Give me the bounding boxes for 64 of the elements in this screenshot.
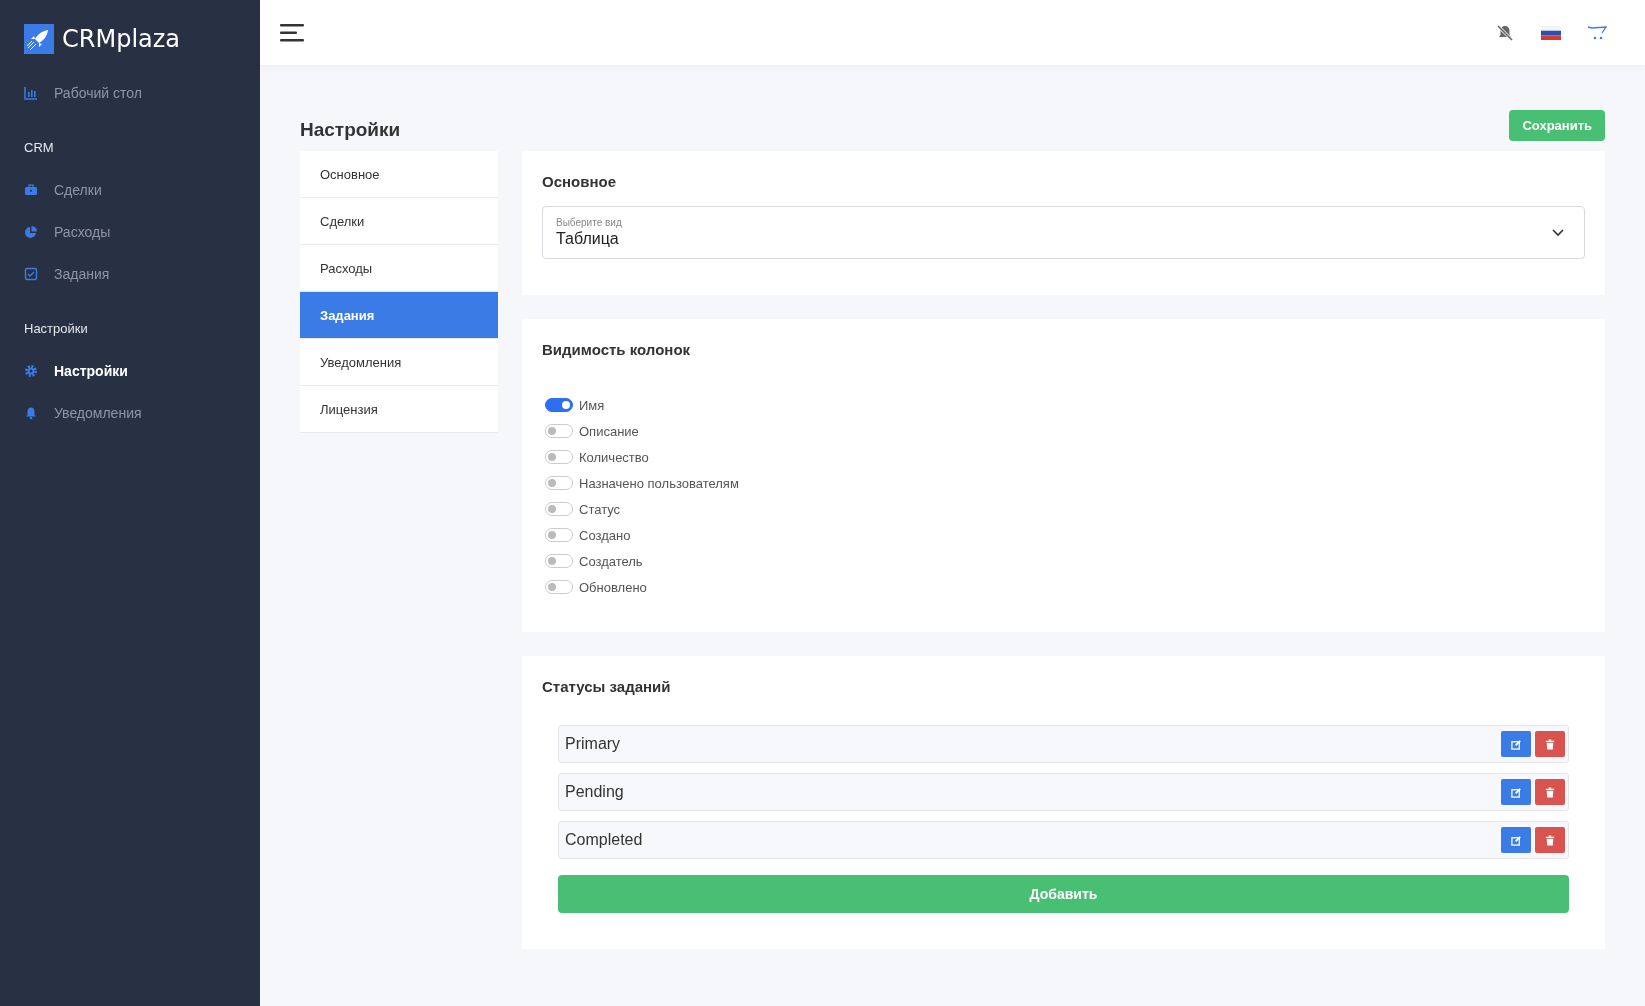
brand-name: CRMplaza	[62, 25, 181, 53]
sidebar-item[interactable]: Уведомления	[24, 392, 260, 434]
edit-button[interactable]	[1501, 779, 1531, 805]
settings-tab[interactable]: Лицензия	[300, 386, 498, 433]
edit-button[interactable]	[1501, 827, 1531, 853]
menu-icon[interactable]	[280, 23, 304, 42]
save-button[interactable]: Сохранить	[1509, 109, 1605, 141]
toggle-label: Описание	[579, 423, 639, 439]
toggle-switch[interactable]	[545, 476, 573, 490]
delete-button[interactable]	[1535, 731, 1565, 757]
status-name: Completed	[564, 831, 644, 849]
toggle-label: Количество	[579, 449, 649, 465]
sidebar-item[interactable]: Задания	[24, 253, 260, 295]
toggle-label: Статус	[579, 501, 621, 517]
toggle-switch[interactable]	[545, 554, 573, 568]
sidebar-item[interactable]: Настройки	[24, 350, 260, 392]
edit-icon	[1510, 834, 1522, 846]
view-select[interactable]: Выберите вид Таблица	[542, 206, 1585, 259]
toggle-switch[interactable]	[545, 398, 573, 412]
settings-tab[interactable]: Задания	[300, 292, 498, 339]
page-title: Настройки	[300, 119, 401, 141]
toggle-switch[interactable]	[545, 424, 573, 438]
toggle-switch[interactable]	[545, 450, 573, 464]
cart-icon[interactable]	[1587, 24, 1609, 41]
muted-bell-icon[interactable]	[1495, 22, 1515, 43]
settings-tab[interactable]: Уведомления	[300, 339, 498, 386]
chevron-down-icon	[1552, 228, 1564, 237]
sidebar-item[interactable]: Расходы	[24, 211, 260, 253]
edit-icon	[1510, 786, 1522, 798]
status-name: Pending	[564, 783, 625, 801]
bar-chart-icon	[24, 86, 38, 100]
briefcase-icon	[24, 183, 38, 197]
status-name: Primary	[564, 735, 622, 753]
settings-icon	[24, 364, 38, 378]
card-title: Статусы заданий	[542, 678, 672, 695]
rocket-logo-icon	[24, 24, 54, 54]
toggle-switch[interactable]	[545, 580, 573, 594]
settings-tab[interactable]: Сделки	[300, 198, 498, 245]
russian-flag-icon[interactable]	[1541, 25, 1561, 40]
toggle-label: Обновлено	[579, 579, 647, 595]
toggle-switch[interactable]	[545, 502, 573, 516]
edit-icon	[1510, 738, 1522, 750]
add-button[interactable]: Добавить	[558, 875, 1569, 913]
trash-icon	[1545, 834, 1555, 846]
bell-icon	[24, 406, 38, 420]
trash-icon	[1545, 786, 1555, 798]
toggle-switch[interactable]	[545, 528, 573, 542]
delete-button[interactable]	[1535, 827, 1565, 853]
card-title: Видимость колонок	[542, 341, 692, 358]
toggle-label: Назначено пользователям	[579, 475, 739, 491]
sidebar-item[interactable]: Сделки	[24, 169, 260, 211]
pie-chart-icon	[24, 225, 38, 239]
trash-icon	[1545, 738, 1555, 750]
edit-button[interactable]	[1501, 731, 1531, 757]
toggle-label: Создатель	[579, 553, 643, 569]
checkbox-icon	[24, 267, 38, 281]
card-title: Основное	[542, 173, 618, 190]
sidebar-heading: Настройки	[24, 321, 89, 336]
toggle-label: Имя	[579, 397, 605, 413]
delete-button[interactable]	[1535, 779, 1565, 805]
settings-tab[interactable]: Основное	[300, 151, 498, 198]
sidebar-item[interactable]: Рабочий стол	[24, 72, 260, 114]
sidebar-heading: CRM	[24, 140, 55, 155]
toggle-label: Создано	[579, 527, 631, 543]
